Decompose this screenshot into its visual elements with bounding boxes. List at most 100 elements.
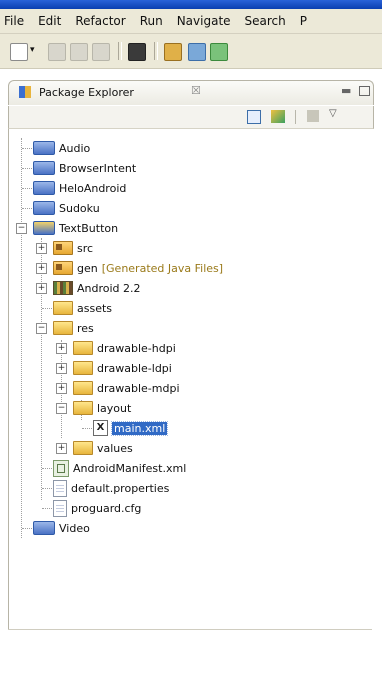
main-toolbar: ▾: [0, 34, 382, 69]
close-icon[interactable]: ☒: [191, 84, 201, 97]
menu-search[interactable]: Search: [245, 14, 286, 28]
tree-item-label: assets: [77, 301, 113, 315]
tree-item-proguard[interactable]: proguard.cfg: [53, 499, 141, 517]
folder-icon: [53, 301, 73, 315]
tree-item-label-selected: main.xml: [110, 420, 169, 436]
window-titlebar: [0, 0, 382, 9]
menu-run[interactable]: Run: [140, 14, 163, 28]
toolbar-separator: [118, 42, 122, 60]
tree-item-android-lib[interactable]: Android 2.2: [53, 279, 141, 297]
view-menu-icon[interactable]: ▽: [329, 108, 337, 119]
save-icon[interactable]: [48, 43, 66, 61]
view-toolbar-separator: [295, 110, 296, 124]
project-folder-icon: [33, 141, 55, 155]
tree-item-drawable-ldpi[interactable]: drawable-ldpi: [73, 359, 172, 377]
tree-item-label: layout: [97, 401, 132, 415]
view-toolbar: ▽: [8, 106, 374, 129]
new-java-icon[interactable]: [188, 43, 206, 61]
tree-item-label: drawable-mdpi: [97, 381, 180, 395]
tree-item-label: Sudoku: [59, 201, 100, 215]
collapse-icon[interactable]: −: [36, 323, 47, 334]
tree-item-default-properties[interactable]: default.properties: [53, 479, 169, 497]
print-icon[interactable]: [92, 43, 110, 61]
generated-files-decoration: [Generated Java Files]: [101, 261, 224, 275]
tree-item-heloandroid[interactable]: HeloAndroid: [33, 179, 126, 197]
tree-item-label: Video: [59, 521, 90, 535]
menu-edit[interactable]: Edit: [38, 14, 61, 28]
link-with-editor-icon[interactable]: [271, 110, 285, 123]
new-package-icon[interactable]: [210, 43, 228, 61]
folder-icon: [73, 441, 93, 455]
tree-item-assets[interactable]: assets: [53, 299, 112, 317]
tree-item-label: Android 2.2: [77, 281, 141, 295]
tree-item-main-xml[interactable]: X main.xml: [93, 419, 169, 437]
expand-icon[interactable]: +: [56, 383, 67, 394]
android-project-icon: [33, 221, 55, 235]
menu-navigate[interactable]: Navigate: [177, 14, 231, 28]
tree-item-browserintent[interactable]: BrowserIntent: [33, 159, 136, 177]
collapse-icon[interactable]: −: [16, 223, 27, 234]
expand-icon[interactable]: +: [56, 343, 67, 354]
package-explorer-tab-label: Package Explorer: [39, 86, 134, 99]
expand-icon[interactable]: +: [36, 243, 47, 254]
library-icon: [53, 281, 73, 295]
filter-icon[interactable]: [307, 110, 319, 122]
menu-file[interactable]: File: [4, 14, 24, 28]
tree-item-label: AndroidManifest.xml: [73, 461, 187, 475]
package-explorer-tab[interactable]: Package Explorer ☒ ▬: [8, 80, 374, 105]
tree-item-androidmanifest[interactable]: AndroidManifest.xml: [53, 459, 186, 477]
new-dropdown-icon[interactable]: ▾: [30, 45, 38, 61]
collapse-all-icon[interactable]: [247, 110, 261, 124]
text-file-icon: [53, 479, 67, 497]
package-explorer-icon: [19, 86, 31, 98]
tree-item-label: gen: [77, 261, 98, 275]
manifest-file-icon: [53, 459, 69, 477]
expand-icon[interactable]: +: [36, 263, 47, 274]
tree-item-textbutton[interactable]: TextButton: [33, 219, 118, 237]
open-folder-icon[interactable]: [164, 43, 182, 61]
tree-item-values[interactable]: values: [73, 439, 133, 457]
tree-connector: [41, 238, 42, 500]
tree-item-label: BrowserIntent: [59, 161, 137, 175]
project-folder-icon: [33, 181, 55, 195]
minimize-icon[interactable]: ▬: [341, 84, 351, 97]
project-folder-icon: [33, 201, 55, 215]
menu-bar: File Edit Refactor Run Navigate Search P: [0, 9, 382, 34]
xml-file-icon: X: [93, 420, 108, 436]
tree-item-drawable-hdpi[interactable]: drawable-hdpi: [73, 339, 176, 357]
expand-icon[interactable]: +: [56, 363, 67, 374]
tree-item-label: drawable-hdpi: [97, 341, 176, 355]
tree-item-sudoku[interactable]: Sudoku: [33, 199, 100, 217]
collapse-icon[interactable]: −: [56, 403, 67, 414]
expand-icon[interactable]: +: [56, 443, 67, 454]
tree-item-label: Audio: [59, 141, 91, 155]
view-tab-row: Package Explorer ☒ ▬: [0, 76, 382, 106]
open-folder-icon: [53, 321, 73, 335]
maximize-icon[interactable]: [359, 86, 370, 96]
source-folder-icon: [53, 241, 73, 255]
tree-item-res[interactable]: res: [53, 319, 94, 337]
tree-item-drawable-mdpi[interactable]: drawable-mdpi: [73, 379, 180, 397]
android-sdk-icon[interactable]: [128, 43, 146, 61]
tree-item-label: res: [77, 321, 94, 335]
folder-icon: [73, 341, 93, 355]
tree-item-label: TextButton: [59, 221, 119, 235]
new-icon[interactable]: [10, 43, 28, 61]
expand-icon[interactable]: +: [36, 283, 47, 294]
folder-icon: [73, 361, 93, 375]
text-file-icon: [53, 499, 67, 517]
tree-item-gen[interactable]: gen [Generated Java Files]: [53, 259, 223, 277]
tree-item-label: values: [97, 441, 133, 455]
tree-item-label: drawable-ldpi: [97, 361, 172, 375]
folder-icon: [73, 381, 93, 395]
tree-item-audio[interactable]: Audio: [33, 139, 90, 157]
tree-item-src[interactable]: src: [53, 239, 93, 257]
tree-item-label: src: [77, 241, 94, 255]
menu-refactor[interactable]: Refactor: [75, 14, 125, 28]
tree-item-video[interactable]: Video: [33, 519, 90, 537]
menu-project[interactable]: P: [300, 14, 307, 28]
project-folder-icon: [33, 521, 55, 535]
save-all-icon[interactable]: [70, 43, 88, 61]
source-folder-icon: [53, 261, 73, 275]
tree-item-layout[interactable]: layout: [73, 399, 131, 417]
